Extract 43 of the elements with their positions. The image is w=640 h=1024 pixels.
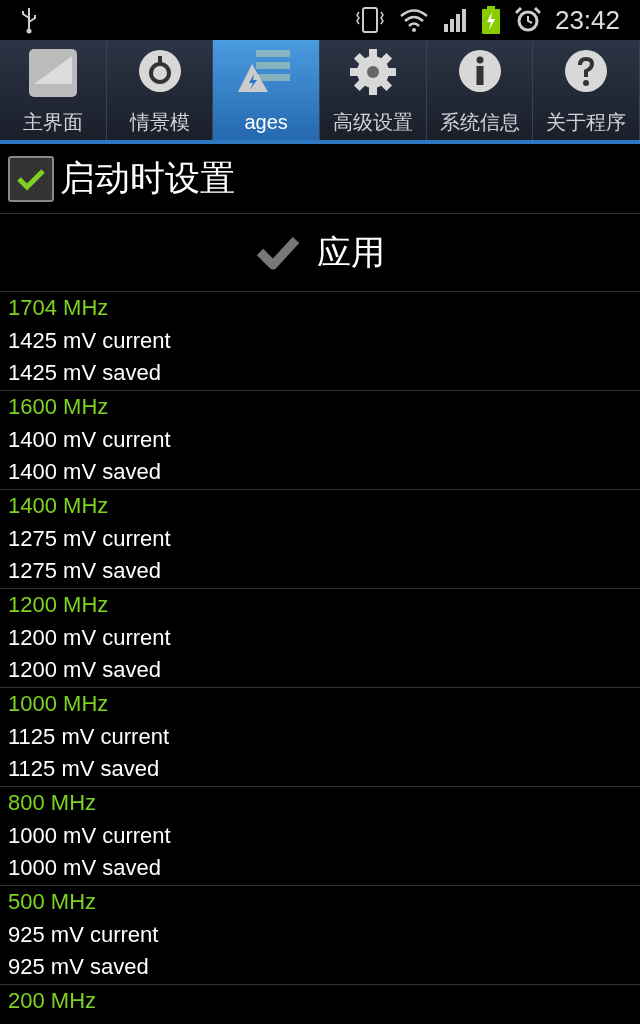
current-voltage: 925 mV current bbox=[8, 920, 160, 949]
saved-voltage: 1125 mV saved bbox=[8, 755, 161, 783]
tab[interactable]: 关于程序 bbox=[533, 40, 640, 140]
tab[interactable]: 系统信息 bbox=[426, 40, 534, 140]
tab[interactable]: ages bbox=[213, 40, 320, 140]
chart-icon bbox=[27, 48, 78, 98]
knob-icon bbox=[136, 48, 183, 94]
frequency-label: 1600 MHz bbox=[8, 393, 110, 421]
clock-time: 23:42 bbox=[554, 3, 620, 37]
frequency-label: 1200 MHz bbox=[8, 591, 110, 619]
current-voltage: 1400 mV current bbox=[8, 425, 172, 454]
vibrate-icon bbox=[354, 6, 385, 34]
current-voltage: 1000 mV current bbox=[8, 821, 172, 850]
tab[interactable]: 高级设置 bbox=[320, 40, 427, 140]
gear-icon bbox=[348, 48, 397, 96]
tab[interactable]: 主界面 bbox=[0, 40, 107, 140]
frequency-label: 500 MHz bbox=[8, 888, 98, 916]
signal-icon bbox=[442, 8, 467, 32]
current-voltage: 1425 mV current bbox=[8, 326, 172, 355]
frequency-label: 200 MHz bbox=[8, 987, 98, 1015]
saved-voltage: 1400 mV saved bbox=[8, 458, 162, 486]
current-voltage: 1200 mV current bbox=[8, 623, 172, 652]
saved-voltage: 1275 mV saved bbox=[8, 557, 162, 585]
help-icon bbox=[563, 48, 610, 94]
current-voltage: 1125 mV current bbox=[8, 722, 170, 751]
usb-icon bbox=[20, 6, 38, 34]
alarm-icon bbox=[514, 7, 541, 33]
check-icon bbox=[16, 166, 46, 191]
frequency-label: 800 MHz bbox=[8, 789, 98, 817]
info-icon bbox=[456, 48, 503, 94]
startup-checkbox[interactable] bbox=[8, 155, 54, 202]
frequency-label: 1000 MHz bbox=[8, 690, 110, 718]
frequency-label: 1704 MHz bbox=[8, 294, 110, 322]
wifi-icon bbox=[398, 7, 429, 33]
startup-label: 启动时设置 bbox=[60, 157, 235, 200]
saved-voltage: 1425 mV saved bbox=[8, 359, 162, 387]
frequency-label: 1400 MHz bbox=[8, 492, 110, 520]
saved-voltage: 925 mV saved bbox=[8, 953, 150, 981]
battery-charging-icon bbox=[480, 6, 501, 34]
saved-voltage: 1200 mV saved bbox=[8, 656, 162, 684]
saved-voltage: 1000 mV saved bbox=[8, 854, 162, 882]
current-voltage: 1275 mV current bbox=[8, 524, 172, 553]
apply-button[interactable]: 应用 bbox=[0, 214, 640, 292]
